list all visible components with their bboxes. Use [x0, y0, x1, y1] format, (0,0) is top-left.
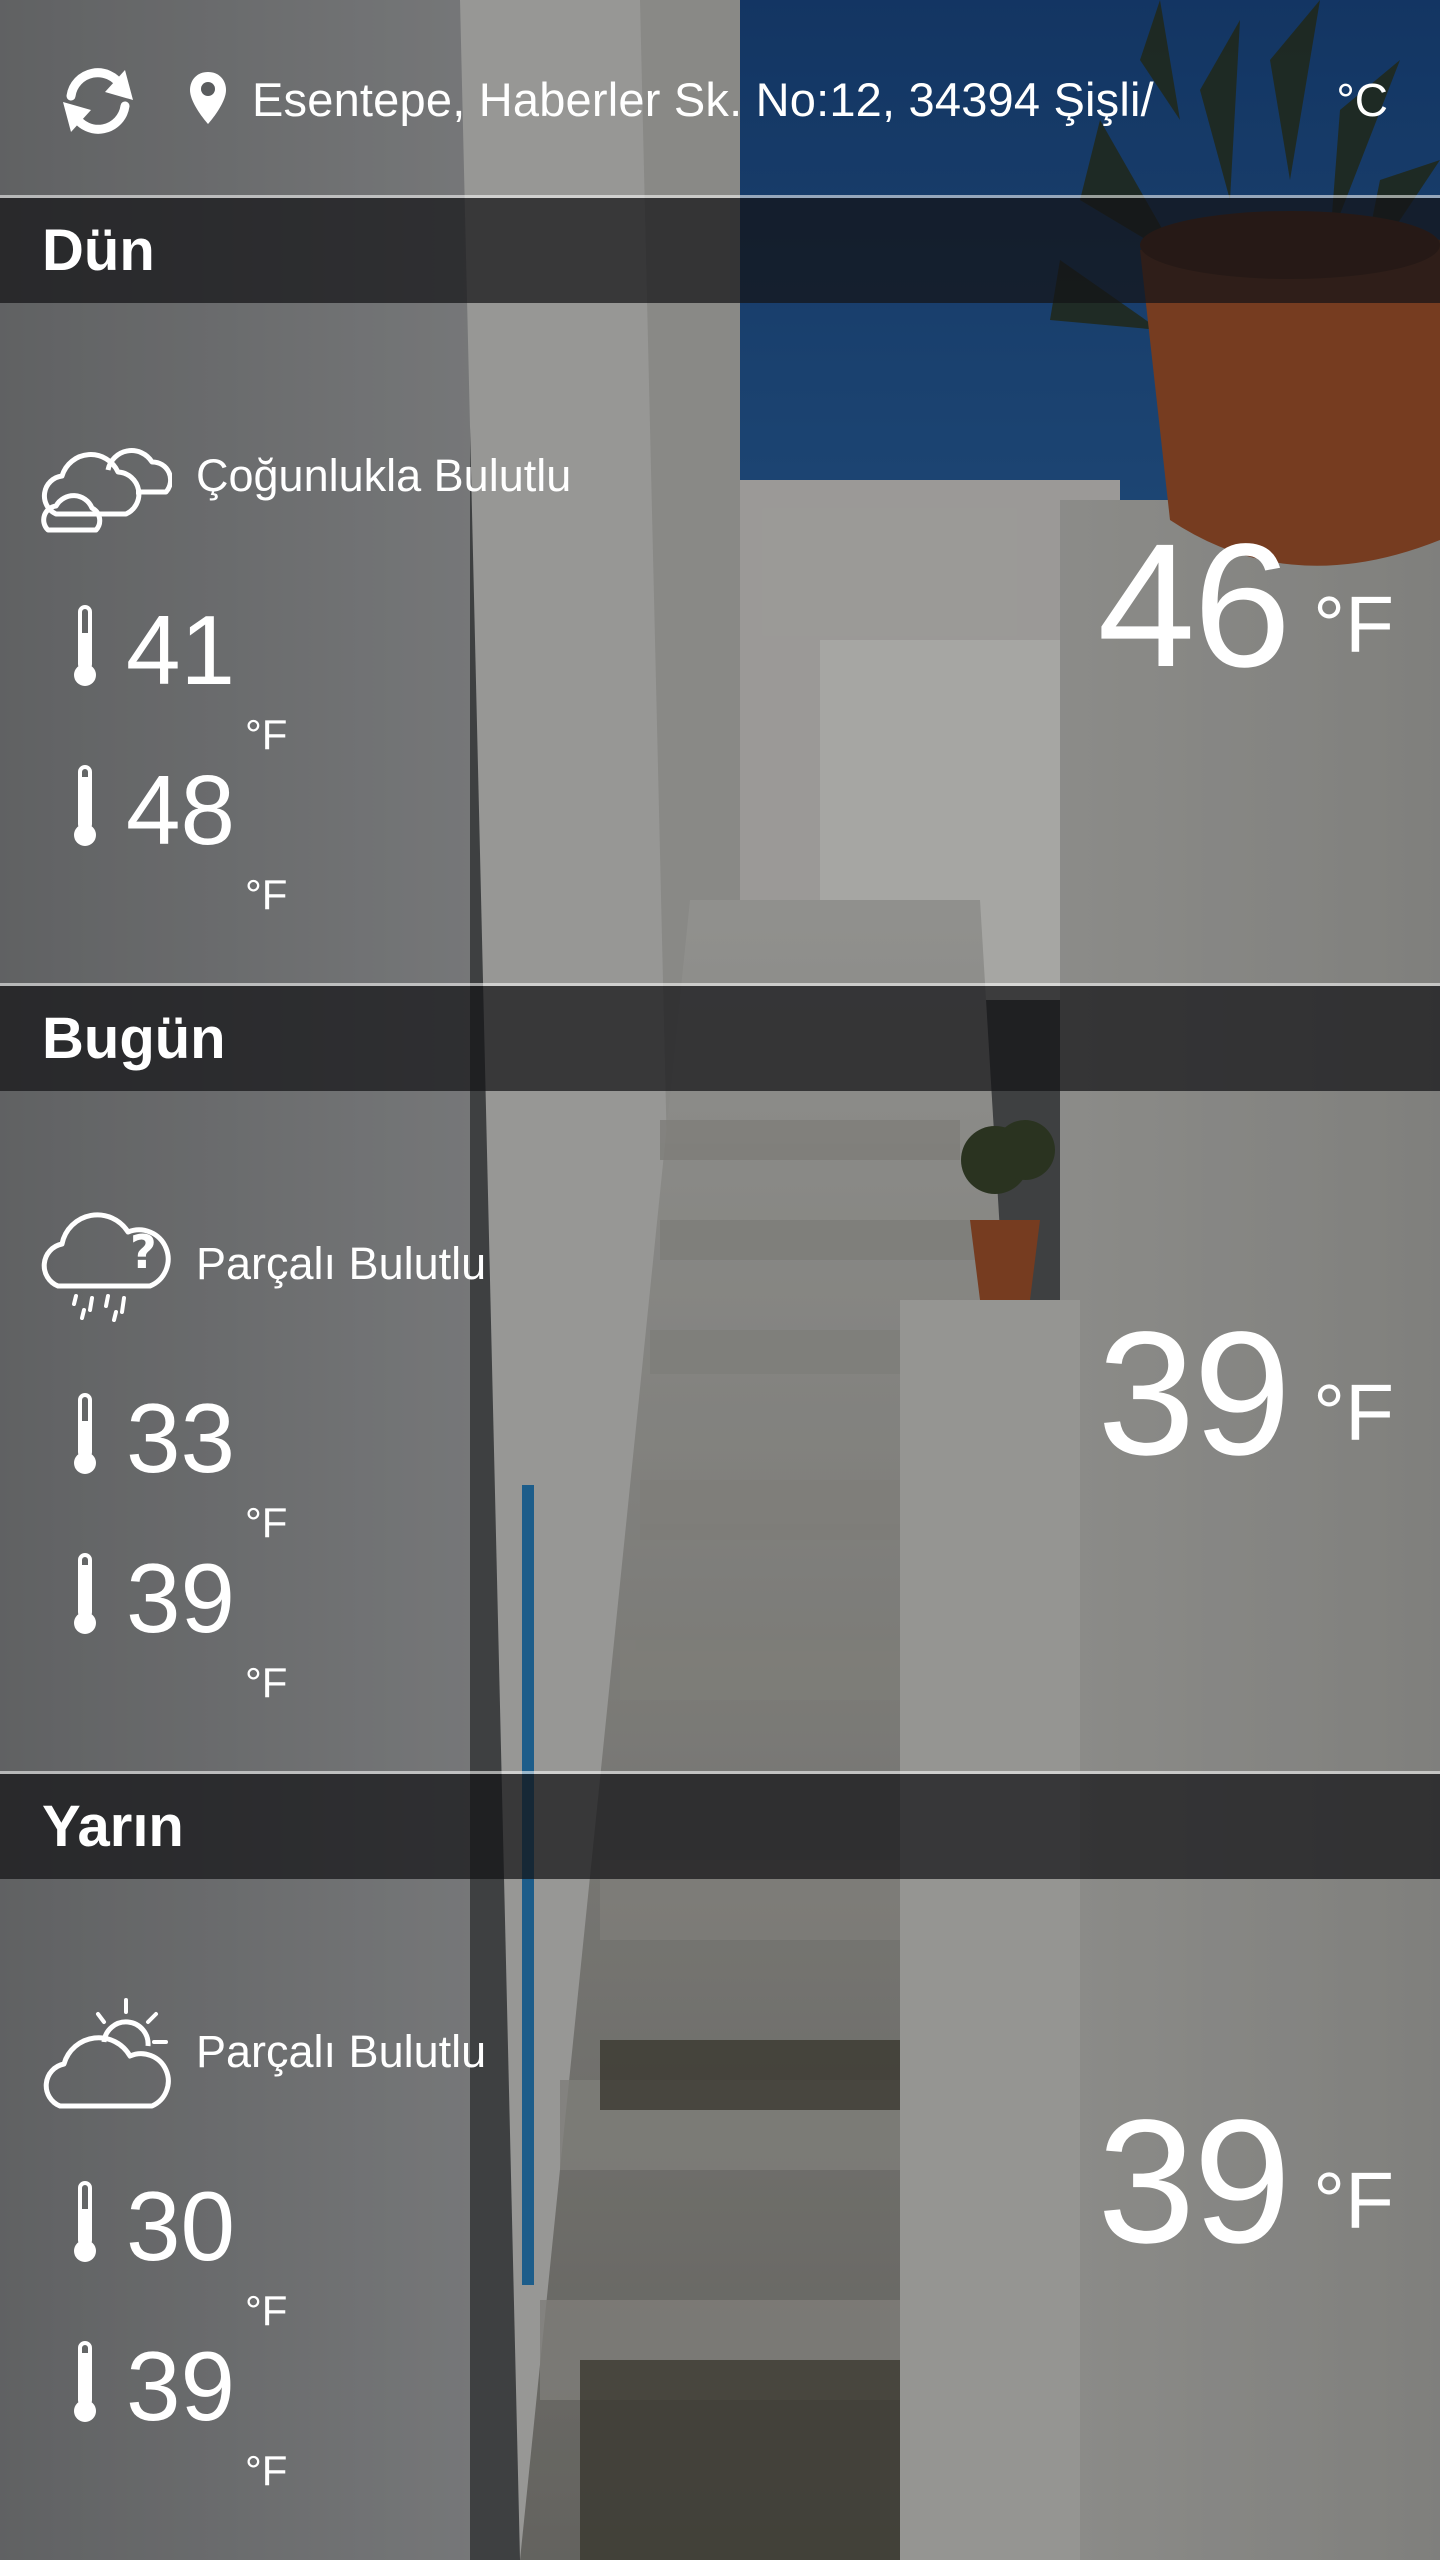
- high-temp: 39°F: [126, 2336, 287, 2492]
- day-title: Dün: [42, 218, 155, 283]
- low-temp-unit: °F: [245, 2287, 288, 2334]
- condition-text: Parçalı Bulutlu: [196, 2026, 487, 2077]
- day-header: Yarın: [0, 1774, 1440, 1879]
- location-text[interactable]: Esentepe, Haberler Sk. No:12, 34394 Şişl…: [252, 70, 1252, 130]
- high-temp-unit: °F: [245, 2447, 288, 2494]
- thermometer-high-icon: [74, 2341, 96, 2422]
- day-section-tomorrow: Yarın Parçalı Bulutlu 30°F 39°F 39 °F: [0, 1774, 1440, 2559]
- current-temp-value: 46: [1097, 508, 1291, 704]
- cloud-question-rain-icon: ?: [41, 1212, 171, 1322]
- current-temp-value: 39: [1097, 1296, 1291, 1492]
- low-temp: 30°F: [126, 2176, 287, 2332]
- thermometer-low-icon: [74, 605, 96, 686]
- svg-text:?: ?: [130, 1225, 157, 1279]
- high-temp-value: 48: [126, 755, 236, 865]
- condition-text: Parçalı Bulutlu: [196, 1238, 487, 1289]
- thermometer-low-icon: [74, 1393, 96, 1474]
- refresh-button[interactable]: [56, 62, 140, 140]
- current-temp-unit: °F: [1313, 2156, 1394, 2245]
- low-temp-value: 33: [126, 1383, 236, 1493]
- day-title: Bugün: [42, 1006, 226, 1071]
- condition-text: Çoğunlukla Bulutlu: [196, 450, 572, 501]
- partly-cloudy-sun-icon: [43, 1998, 171, 2109]
- high-temp: 39°F: [126, 1548, 287, 1704]
- day-title: Yarın: [42, 1794, 184, 1859]
- current-temp: 46 °F: [1097, 516, 1394, 696]
- high-temp-unit: °F: [245, 1659, 288, 1706]
- high-temp-value: 39: [126, 2331, 236, 2441]
- low-temp: 33°F: [126, 1388, 287, 1544]
- current-temp-value: 39: [1097, 2084, 1291, 2280]
- mostly-cloudy-icon: [41, 448, 172, 533]
- current-temp-unit: °F: [1313, 580, 1394, 669]
- low-temp-value: 41: [126, 595, 236, 705]
- low-temp-unit: °F: [245, 711, 288, 758]
- current-temp-unit: °F: [1313, 1368, 1394, 1457]
- location-pin-icon: [190, 72, 226, 124]
- day-section-yesterday: Dün Çoğunlukla Bulutlu 41°F 48°F 46 °F: [0, 198, 1440, 983]
- day-header: Dün: [0, 198, 1440, 303]
- thermometer-low-icon: [74, 2181, 96, 2262]
- low-temp: 41°F: [126, 600, 287, 756]
- high-temp-value: 39: [126, 1543, 236, 1653]
- high-temp: 48°F: [126, 760, 287, 916]
- low-temp-value: 30: [126, 2171, 236, 2281]
- unit-toggle-button[interactable]: °C: [1336, 70, 1388, 130]
- low-temp-unit: °F: [245, 1499, 288, 1546]
- current-temp: 39 °F: [1097, 2092, 1394, 2272]
- thermometer-high-icon: [74, 1553, 96, 1634]
- refresh-icon: [63, 68, 133, 134]
- thermometer-high-icon: [74, 765, 96, 846]
- day-section-today: Bugün ? Parçalı Bulutlu 33°F 39°F 39 °F: [0, 986, 1440, 1771]
- day-header: Bugün: [0, 986, 1440, 1091]
- high-temp-unit: °F: [245, 871, 288, 918]
- current-temp: 39 °F: [1097, 1304, 1394, 1484]
- top-bar: Esentepe, Haberler Sk. No:12, 34394 Şişl…: [0, 0, 1440, 196]
